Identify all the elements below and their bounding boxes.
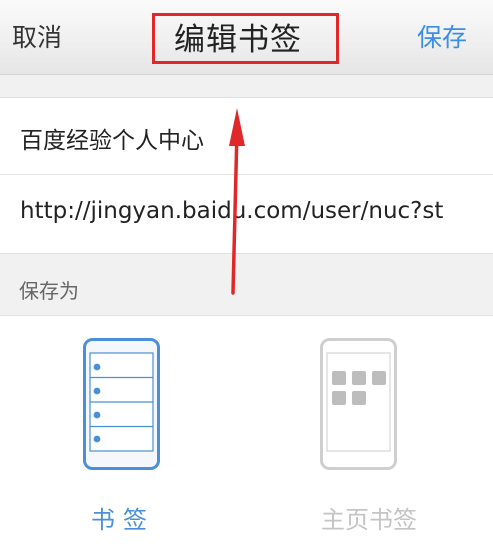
bookmark-list-icon <box>83 338 160 470</box>
bookmark-option[interactable]: 书签 <box>0 316 246 558</box>
save-as-options: 书签 主页书签 <box>0 315 493 558</box>
cancel-button[interactable]: 取消 <box>12 18 62 54</box>
homepage-bookmark-option[interactable]: 主页书签 <box>246 316 492 558</box>
navigation-bar: 取消 编辑书签 保存 <box>0 0 493 75</box>
annotation-arrow-icon <box>229 108 245 295</box>
homepage-grid-icon <box>320 338 397 470</box>
title-highlight-box <box>152 13 339 64</box>
save-button[interactable]: 保存 <box>417 18 467 54</box>
bookmark-option-label: 书签 <box>91 506 155 534</box>
save-as-label: 保存为 <box>19 279 79 303</box>
homepage-bookmark-option-label: 主页书签 <box>321 506 417 534</box>
